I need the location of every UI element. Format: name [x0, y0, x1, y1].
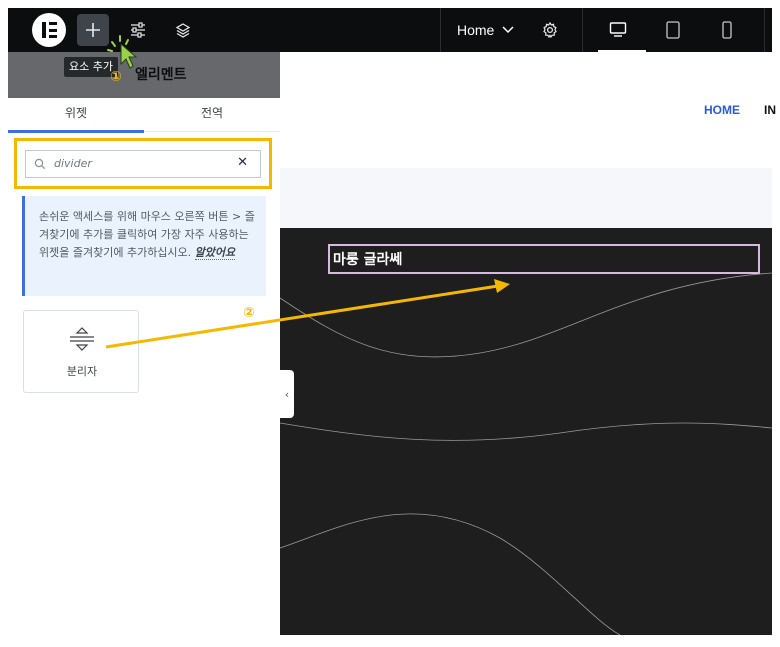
editor-screen: Home 엘리멘트 요소 추가 위젯 전역 divider ✕ 손쉬운 액세스를… — [0, 0, 780, 647]
cursor-icon — [120, 42, 138, 69]
annotation-overlay — [105, 35, 510, 349]
drag-arrow — [105, 279, 510, 349]
step-1-marker: ① — [110, 69, 122, 85]
step-2-marker: ② — [243, 305, 255, 321]
